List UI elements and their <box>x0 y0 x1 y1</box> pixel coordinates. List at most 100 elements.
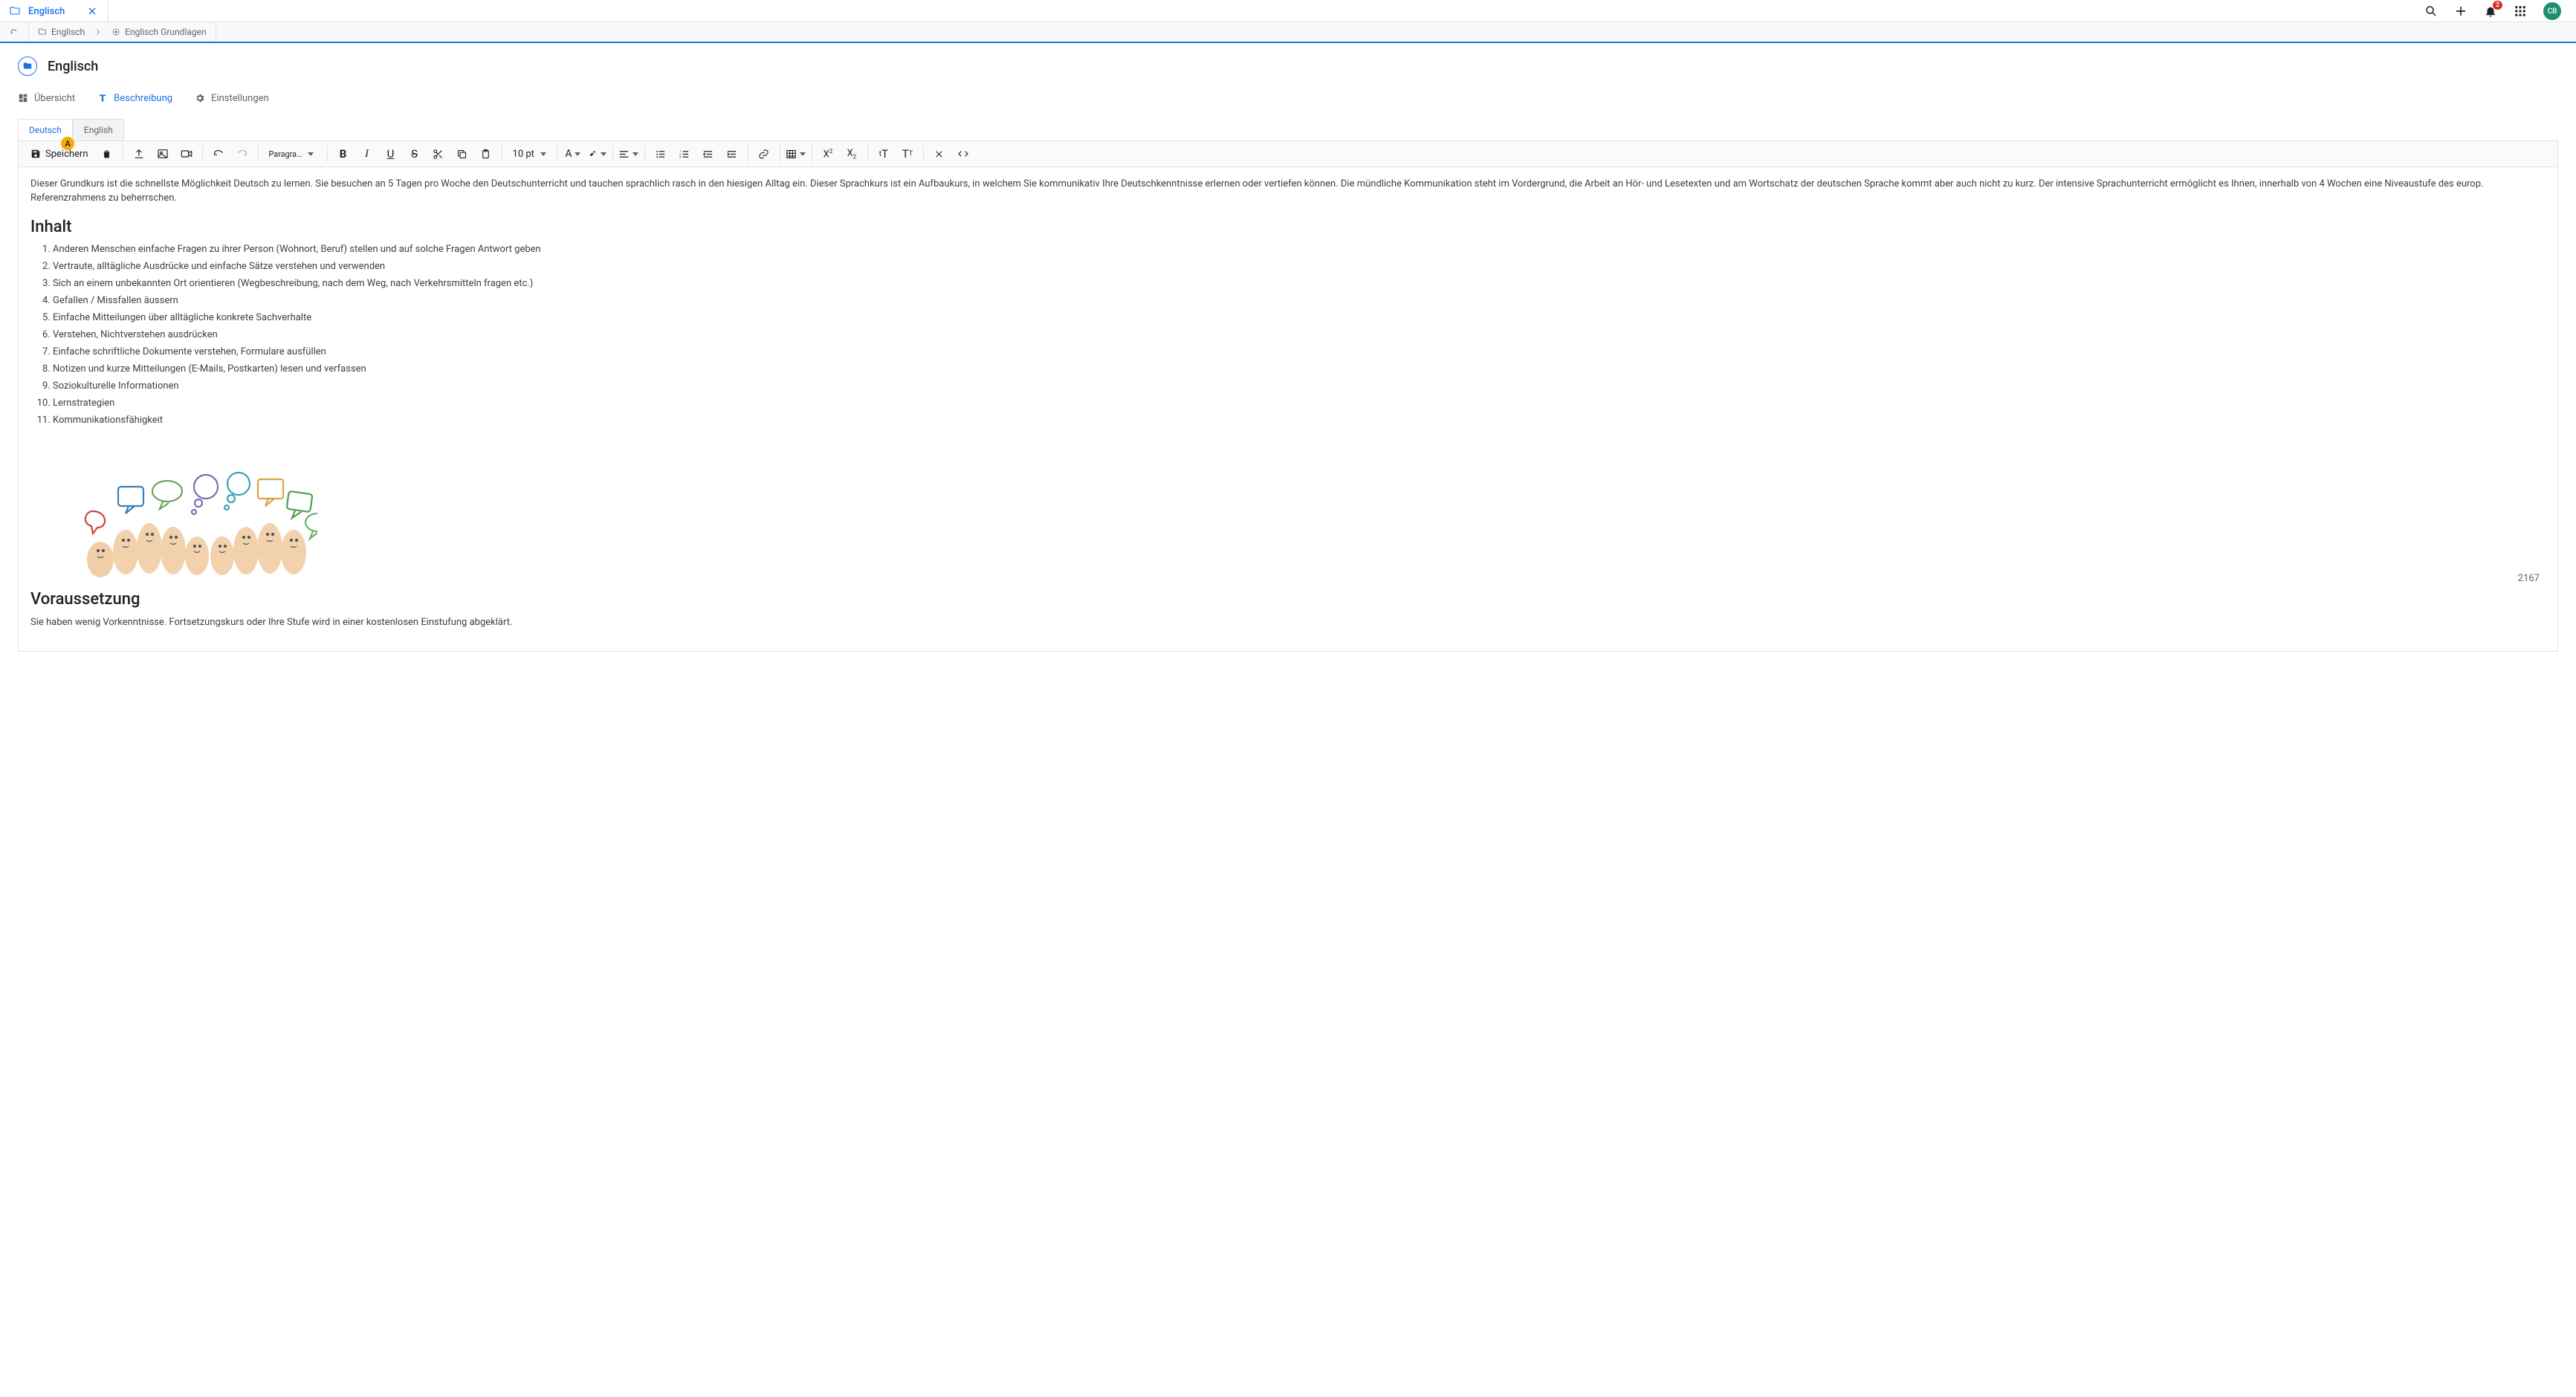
video-button[interactable] <box>175 143 198 165</box>
video-icon <box>181 148 192 160</box>
embedded-image[interactable] <box>57 441 2546 578</box>
outdent-icon <box>702 149 713 160</box>
folder-icon <box>9 5 21 17</box>
save-icon <box>30 149 41 159</box>
tab-label: Übersicht <box>34 93 75 104</box>
language-tabs: Deutsch English A <box>18 119 2558 140</box>
align-button[interactable] <box>618 143 640 165</box>
list-item[interactable]: Soziokulturelle Informationen <box>53 380 2546 392</box>
list-item[interactable]: Gefallen / Missfallen äussern <box>53 295 2546 306</box>
strike-button[interactable]: S <box>404 143 426 165</box>
bold-button[interactable]: B <box>332 143 355 165</box>
voraussetzung-paragraph[interactable]: Sie haben wenig Vorkenntnisse. Fortsetzu… <box>30 616 2546 630</box>
image-button[interactable] <box>152 143 174 165</box>
main-tabs: Übersicht Beschreibung Einstellungen <box>18 88 2558 108</box>
list-item[interactable]: Einfache Mitteilungen über alltägliche k… <box>53 312 2546 323</box>
search-icon[interactable] <box>2424 4 2438 18</box>
intro-paragraph[interactable]: Dieser Grundkurs ist die schnellste Mögl… <box>30 178 2546 206</box>
chevron-down-icon <box>308 152 314 156</box>
breadcrumb-bar: Englisch Englisch Grundlagen <box>0 22 2576 43</box>
list-item[interactable]: Anderen Menschen einfache Fragen zu ihre… <box>53 244 2546 255</box>
tab-label: Beschreibung <box>114 93 172 104</box>
chevron-down-icon <box>575 152 580 156</box>
add-icon[interactable] <box>2454 4 2467 18</box>
breadcrumb-level2[interactable]: Englisch Grundlagen <box>125 27 207 37</box>
paste-button[interactable] <box>475 143 497 165</box>
italic-button[interactable]: I <box>356 143 378 165</box>
delete-button[interactable] <box>96 143 118 165</box>
underline-button[interactable]: U <box>380 143 402 165</box>
module-icon <box>111 27 120 36</box>
apps-grid-icon[interactable] <box>2514 4 2527 18</box>
text-color-button[interactable]: A <box>562 143 584 165</box>
content-list[interactable]: Anderen Menschen einfache Fragen zu ihre… <box>53 244 2546 426</box>
list-item[interactable]: Lernstrategien <box>53 398 2546 409</box>
clear-format-button[interactable] <box>928 143 951 165</box>
font-size-increase-button[interactable]: tT <box>873 143 895 165</box>
history-back[interactable] <box>0 22 29 42</box>
chevron-right-icon <box>95 29 101 35</box>
save-button[interactable]: Speichern <box>25 143 94 165</box>
overview-icon <box>18 93 28 103</box>
breadcrumb-level1[interactable]: Englisch <box>51 27 85 37</box>
lang-tab-de[interactable]: Deutsch <box>18 119 73 140</box>
tab-settings[interactable]: Einstellungen <box>195 88 269 108</box>
superscript-button[interactable]: X2 <box>817 143 839 165</box>
select-label: 10 pt <box>513 149 534 160</box>
upload-button[interactable] <box>128 143 150 165</box>
chevron-down-icon <box>540 152 546 156</box>
outdent-button[interactable] <box>697 143 719 165</box>
heading-inhalt[interactable]: Inhalt <box>30 218 2546 236</box>
tab-description[interactable]: Beschreibung <box>97 88 172 108</box>
bullet-list-button[interactable] <box>650 143 672 165</box>
top-actions: 2 CB <box>2424 0 2576 22</box>
table-button[interactable] <box>785 143 807 165</box>
trash-icon <box>101 149 112 160</box>
list-item[interactable]: Kommunikationsfähigkeit <box>53 415 2546 426</box>
heading-voraussetzung[interactable]: Voraussetzung <box>30 590 2546 609</box>
undo-icon <box>9 27 19 37</box>
number-list-button[interactable]: 123 <box>673 143 696 165</box>
redo-button[interactable] <box>231 143 253 165</box>
link-icon <box>758 149 769 160</box>
indent-icon <box>726 149 737 160</box>
subscript-button[interactable]: X2 <box>841 143 863 165</box>
scissors-icon <box>433 149 444 160</box>
select-label: Paragra… <box>269 149 302 159</box>
highlight-button[interactable] <box>586 143 608 165</box>
editor-body[interactable]: Dieser Grundkurs ist die schnellste Mögl… <box>18 167 2558 652</box>
list-item[interactable]: Verstehen, Nichtverstehen ausdrücken <box>53 329 2546 340</box>
source-button[interactable] <box>952 143 974 165</box>
avatar[interactable]: CB <box>2543 2 2561 20</box>
undo-button[interactable] <box>207 143 230 165</box>
chevron-down-icon <box>800 152 806 156</box>
paragraph-style-select[interactable]: Paragra… <box>263 143 323 165</box>
cut-button[interactable] <box>427 143 450 165</box>
lang-tab-en[interactable]: English <box>73 119 124 140</box>
copy-icon <box>456 149 467 160</box>
font-size-select[interactable]: 10 pt <box>507 143 552 165</box>
character-counter: 2167 <box>2518 573 2540 584</box>
tab-overview[interactable]: Übersicht <box>18 88 75 108</box>
list-item[interactable]: Vertraute, alltägliche Ausdrücke und ein… <box>53 261 2546 272</box>
copy-button[interactable] <box>451 143 473 165</box>
list-item[interactable]: Notizen und kurze Mitteilungen (E-Mails,… <box>53 363 2546 375</box>
notifications-icon[interactable]: 2 <box>2484 4 2497 18</box>
page-title: Englisch <box>48 59 98 74</box>
list-item[interactable]: Sich an einem unbekannten Ort orientiere… <box>53 278 2546 289</box>
notification-badge: 2 <box>2493 1 2502 10</box>
indent-button[interactable] <box>721 143 743 165</box>
code-icon <box>957 148 969 160</box>
page-header: Englisch <box>18 56 2558 76</box>
text-format-button[interactable]: TT <box>896 143 919 165</box>
save-label: Speichern <box>45 149 88 160</box>
chevron-down-icon <box>601 152 606 156</box>
list-item[interactable]: Einfache schriftliche Dokumente verstehe… <box>53 346 2546 357</box>
window-tab-bar: Englisch 2 CB <box>0 0 2576 22</box>
link-button[interactable] <box>753 143 775 165</box>
app-tab[interactable]: Englisch <box>0 0 109 22</box>
gear-icon <box>195 93 205 103</box>
upload-icon <box>133 148 145 160</box>
list-ol-icon: 123 <box>679 149 690 160</box>
close-icon[interactable] <box>88 7 96 15</box>
